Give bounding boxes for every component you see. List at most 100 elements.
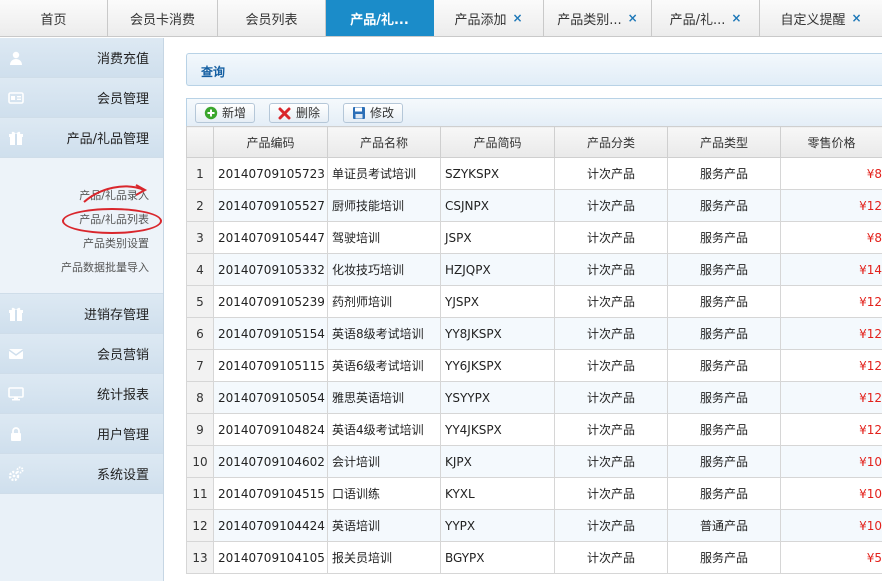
table-row[interactable]: 6 20140709105154 英语8级考试培训 YY8JKSPX 计次产品 服务产品 ¥…: [186, 317, 882, 350]
table-cell: 英语4级考试培训: [327, 413, 441, 446]
table-cell: 服务产品: [667, 285, 781, 318]
table-cell: ¥10: [780, 445, 882, 478]
monitor-icon: [8, 387, 24, 401]
tab-product-list-active[interactable]: 产品/礼...: [326, 0, 434, 36]
close-icon[interactable]: ×: [628, 11, 638, 25]
tab-label: 会员卡消费: [129, 12, 195, 28]
table-cell: 服务产品: [667, 541, 781, 574]
table-cell: 计次产品: [554, 541, 668, 574]
table-header-row: 产品编码 产品名称 产品简码 产品分类 产品类型 零售价格: [186, 126, 882, 158]
column-header[interactable]: 产品类型: [667, 126, 781, 158]
lock-icon: [11, 427, 21, 441]
sidebar-item-reports[interactable]: 统计报表: [0, 374, 163, 414]
row-number-cell: 12: [186, 509, 214, 542]
tab-label: 产品添加: [454, 12, 507, 28]
gift-icon: [9, 307, 23, 321]
tab-label: 首页: [40, 12, 67, 28]
row-number-header: [186, 126, 214, 158]
table-cell: YYPX: [440, 509, 555, 542]
column-header[interactable]: 产品分类: [554, 126, 668, 158]
table-cell: 20140709105239: [213, 285, 328, 318]
tab-member-list[interactable]: 会员列表: [218, 0, 326, 36]
table-row[interactable]: 3 20140709105447 驾驶培训 JSPX 计次产品 服务产品 ¥8: [186, 221, 882, 254]
row-number-cell: 13: [186, 541, 214, 574]
sidebar-item-marketing[interactable]: 会员营销: [0, 334, 163, 374]
sidebar-item-users[interactable]: 用户管理: [0, 414, 163, 454]
table-cell: 化妆技巧培训: [327, 253, 441, 286]
sidebar-item-label: 进销存管理: [83, 308, 149, 323]
table-cell: ¥12: [780, 349, 882, 382]
tab-product-add[interactable]: 产品添加 ×: [434, 0, 544, 36]
column-header[interactable]: 零售价格: [780, 126, 882, 158]
table-row[interactable]: 2 20140709105527 厨师技能培训 CSJNPX 计次产品 服务产品 ¥12: [186, 189, 882, 222]
table-row[interactable]: 1 20140709105723 单证员考试培训 SZYKSPX 计次产品 服务产品 ¥8: [186, 157, 882, 190]
table-row[interactable]: 11 20140709104515 口语训练 KYXL 计次产品 服务产品 ¥10: [186, 477, 882, 510]
sidebar-item-label: 消费充值: [96, 52, 149, 67]
tab-card-consume[interactable]: 会员卡消费: [108, 0, 218, 36]
sidebar-item-label: 产品/礼品管理: [66, 132, 149, 147]
table-cell: 普通产品: [667, 509, 781, 542]
table-cell: 计次产品: [554, 413, 668, 446]
tab-label: 产品/礼...: [669, 12, 726, 28]
table-cell: 20140709104424: [213, 509, 328, 542]
sidebar-item-settings[interactable]: 系统设置: [0, 454, 163, 494]
table-row[interactable]: 4 20140709105332 化妆技巧培训 HZJQPX 计次产品 服务产品 ¥14: [186, 253, 882, 286]
close-icon[interactable]: ×: [851, 11, 861, 25]
add-button-label: 新增: [222, 106, 247, 120]
submenu-batch-import[interactable]: 产品数据批量导入: [0, 256, 163, 280]
column-header[interactable]: 产品简码: [440, 126, 555, 158]
product-table: 产品编码 产品名称 产品简码 产品分类 产品类型 零售价格 1 201407091…: [186, 126, 882, 574]
table-cell: 英语培训: [327, 509, 441, 542]
table-cell: BGYPX: [440, 541, 555, 574]
sidebar-submenu: 产品/礼品录入 产品/礼品列表 产品类别设置 产品数据批量导入: [0, 158, 163, 294]
delete-button[interactable]: 删除: [269, 102, 330, 123]
table-cell: CSJNPX: [440, 189, 555, 222]
close-icon[interactable]: ×: [512, 11, 522, 25]
tab-product-gift[interactable]: 产品/礼... ×: [652, 0, 760, 36]
sidebar-item-consume-recharge[interactable]: 消费充值: [0, 38, 163, 78]
table-cell: YJSPX: [440, 285, 555, 318]
table-cell: 计次产品: [554, 445, 668, 478]
table-cell: 20140709105332: [213, 253, 328, 286]
table-cell: 20140709105723: [213, 157, 328, 190]
table-cell: 20140709104824: [213, 413, 328, 446]
submenu-product-list[interactable]: 产品/礼品列表: [0, 208, 163, 234]
tab-home[interactable]: 首页: [0, 0, 108, 36]
table-cell: 服务产品: [667, 381, 781, 414]
tab-label: 会员列表: [245, 12, 298, 28]
sidebar-item-product-gift[interactable]: 产品/礼品管理: [0, 118, 163, 158]
column-header[interactable]: 产品名称: [327, 126, 441, 158]
add-button[interactable]: 新增: [195, 102, 256, 123]
edit-button[interactable]: 修改: [343, 102, 404, 123]
table-cell: 计次产品: [554, 189, 668, 222]
column-header[interactable]: 产品编码: [213, 126, 328, 158]
table-row[interactable]: 9 20140709104824 英语4级考试培训 YY4JKSPX 计次产品 服务产品 ¥…: [186, 413, 882, 446]
tab-label: 自定义提醒: [780, 12, 846, 28]
gears-icon: [8, 466, 24, 482]
table-row[interactable]: 10 20140709104602 会计培训 KJPX 计次产品 服务产品 ¥10: [186, 445, 882, 478]
delete-icon: [278, 107, 291, 119]
table-row[interactable]: 12 20140709104424 英语培训 YYPX 计次产品 普通产品 ¥10: [186, 509, 882, 542]
table-row[interactable]: 8 20140709105054 雅思英语培训 YSYYPX 计次产品 服务产品 ¥12: [186, 381, 882, 414]
table-cell: 计次产品: [554, 349, 668, 382]
tab-product-category[interactable]: 产品类别... ×: [544, 0, 652, 36]
query-panel-header[interactable]: 查询: [186, 53, 882, 86]
sidebar-item-inventory[interactable]: 进销存管理: [0, 294, 163, 334]
table-cell: 服务产品: [667, 413, 781, 446]
tab-custom-reminder[interactable]: 自定义提醒 ×: [760, 0, 882, 36]
table-cell: 计次产品: [554, 285, 668, 318]
table-cell: ¥10: [780, 477, 882, 510]
close-icon[interactable]: ×: [731, 11, 741, 25]
table-cell: ¥8: [780, 157, 882, 190]
submenu-category-setting[interactable]: 产品类别设置: [0, 232, 163, 256]
table-row[interactable]: 13 20140709104105 报关员培训 BGYPX 计次产品 服务产品 ¥5: [186, 541, 882, 574]
mail-icon: [8, 349, 24, 359]
table-cell: 计次产品: [554, 221, 668, 254]
row-number-cell: 8: [186, 381, 214, 414]
gift-icon: [9, 131, 23, 145]
table-cell: 20140709105154: [213, 317, 328, 350]
table-row[interactable]: 5 20140709105239 药剂师培训 YJSPX 计次产品 服务产品 ¥12: [186, 285, 882, 318]
table-cell: 20140709105115: [213, 349, 328, 382]
sidebar-item-member-manage[interactable]: 会员管理: [0, 78, 163, 118]
table-row[interactable]: 7 20140709105115 英语6级考试培训 YY6JKSPX 计次产品 服务产品 ¥…: [186, 349, 882, 382]
